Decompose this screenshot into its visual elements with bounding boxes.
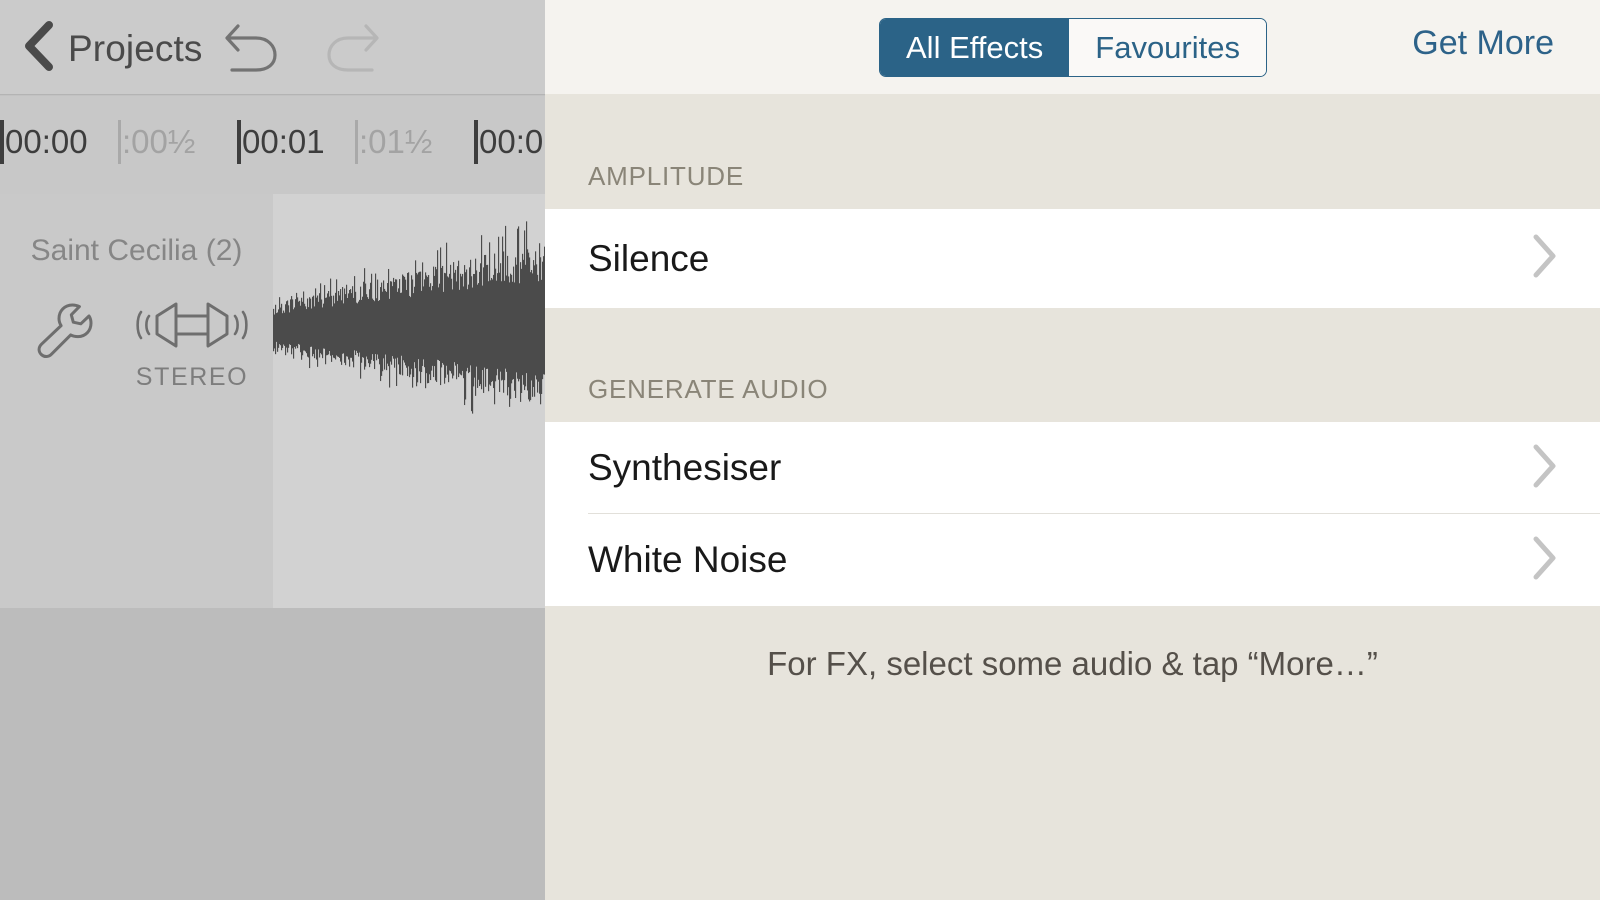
track-header: Saint Cecilia (2) STEREO <box>0 194 273 608</box>
editor-toolbar: Projects <box>0 0 545 95</box>
redo-button[interactable] <box>320 20 382 81</box>
ruler-tick-label: 00:0 <box>479 123 544 160</box>
section-list-generate-audio: Synthesiser White Noise <box>545 422 1600 606</box>
app-root: Projects 00:00:00½ 00:01:01½ 00:0 Sain… <box>0 0 1600 900</box>
editor-pane: Projects 00:00:00½ 00:01:01½ 00:0 Sain… <box>0 0 545 900</box>
ruler-tick: :01½ <box>355 120 432 164</box>
effects-panel-hint: For FX, select some audio & tap “More…” <box>767 645 1378 682</box>
chevron-right-icon <box>1532 443 1558 494</box>
ruler-tick: 00:00 <box>0 120 88 164</box>
section-title: GENERATE AUDIO <box>588 374 829 404</box>
undo-button[interactable] <box>222 20 284 81</box>
redo-arrow-icon <box>320 24 382 80</box>
track-channel-label: STEREO <box>135 363 249 391</box>
ruler-tick: 00:0 <box>474 120 543 164</box>
section-header-amplitude: AMPLITUDE <box>545 94 1600 209</box>
ruler-tick-label: :00½ <box>122 123 196 160</box>
undo-arrow-icon <box>222 24 284 80</box>
editor-lower-area: ● Rec <box>0 608 545 900</box>
back-to-projects-button[interactable]: Projects <box>22 18 202 78</box>
waveform-region[interactable] <box>273 194 545 608</box>
list-item-synthesiser[interactable]: Synthesiser <box>545 422 1600 514</box>
ruler-tick-mark <box>237 120 241 164</box>
effects-filter-segmented-control[interactable]: All Effects Favourites <box>879 18 1267 77</box>
tab-all-effects[interactable]: All Effects <box>880 19 1070 76</box>
section-list-amplitude: Silence <box>545 209 1600 308</box>
ruler-tick-label: 00:01 <box>242 123 325 160</box>
ruler-tick-mark <box>0 120 4 164</box>
audio-track[interactable]: Saint Cecilia (2) STEREO <box>0 194 545 608</box>
track-settings-button[interactable] <box>32 299 94 366</box>
track-title: Saint Cecilia (2) <box>30 234 243 267</box>
list-item-label: Synthesiser <box>588 447 782 488</box>
list-item-label: White Noise <box>588 539 788 580</box>
get-more-button[interactable]: Get More <box>1412 24 1554 63</box>
ruler-tick: 00:01 <box>237 120 325 164</box>
list-item-silence[interactable]: Silence <box>545 209 1600 308</box>
section-title: AMPLITUDE <box>588 161 745 191</box>
tab-favourites[interactable]: Favourites <box>1069 19 1266 76</box>
ruler-tick-mark <box>474 120 478 164</box>
stereo-speakers-icon <box>136 302 248 358</box>
section-header-generate-audio: GENERATE AUDIO <box>545 308 1600 422</box>
effects-panel-header: All Effects Favourites Get More <box>545 0 1600 94</box>
ruler-tick-mark <box>118 120 121 164</box>
effects-panel: All Effects Favourites Get More AMPLITUD… <box>545 0 1600 900</box>
chevron-right-icon <box>1532 233 1558 284</box>
waveform-graphic <box>273 221 545 414</box>
ruler-tick-label: :01½ <box>359 123 433 160</box>
ruler-tick-mark <box>355 120 358 164</box>
track-channel-button[interactable]: STEREO <box>127 296 257 392</box>
ruler-tick: :00½ <box>118 120 195 164</box>
timeline-ruler[interactable]: 00:00 :00½ 00:01 :01½ 00:0 <box>0 96 545 194</box>
back-label: Projects <box>68 27 203 69</box>
list-item-label: Silence <box>588 237 710 279</box>
chevron-right-icon <box>1532 535 1558 586</box>
wrench-icon <box>32 303 94 365</box>
ruler-tick-label: 00:00 <box>5 123 88 160</box>
chevron-left-icon <box>22 20 56 77</box>
list-item-white-noise[interactable]: White Noise <box>545 514 1600 606</box>
